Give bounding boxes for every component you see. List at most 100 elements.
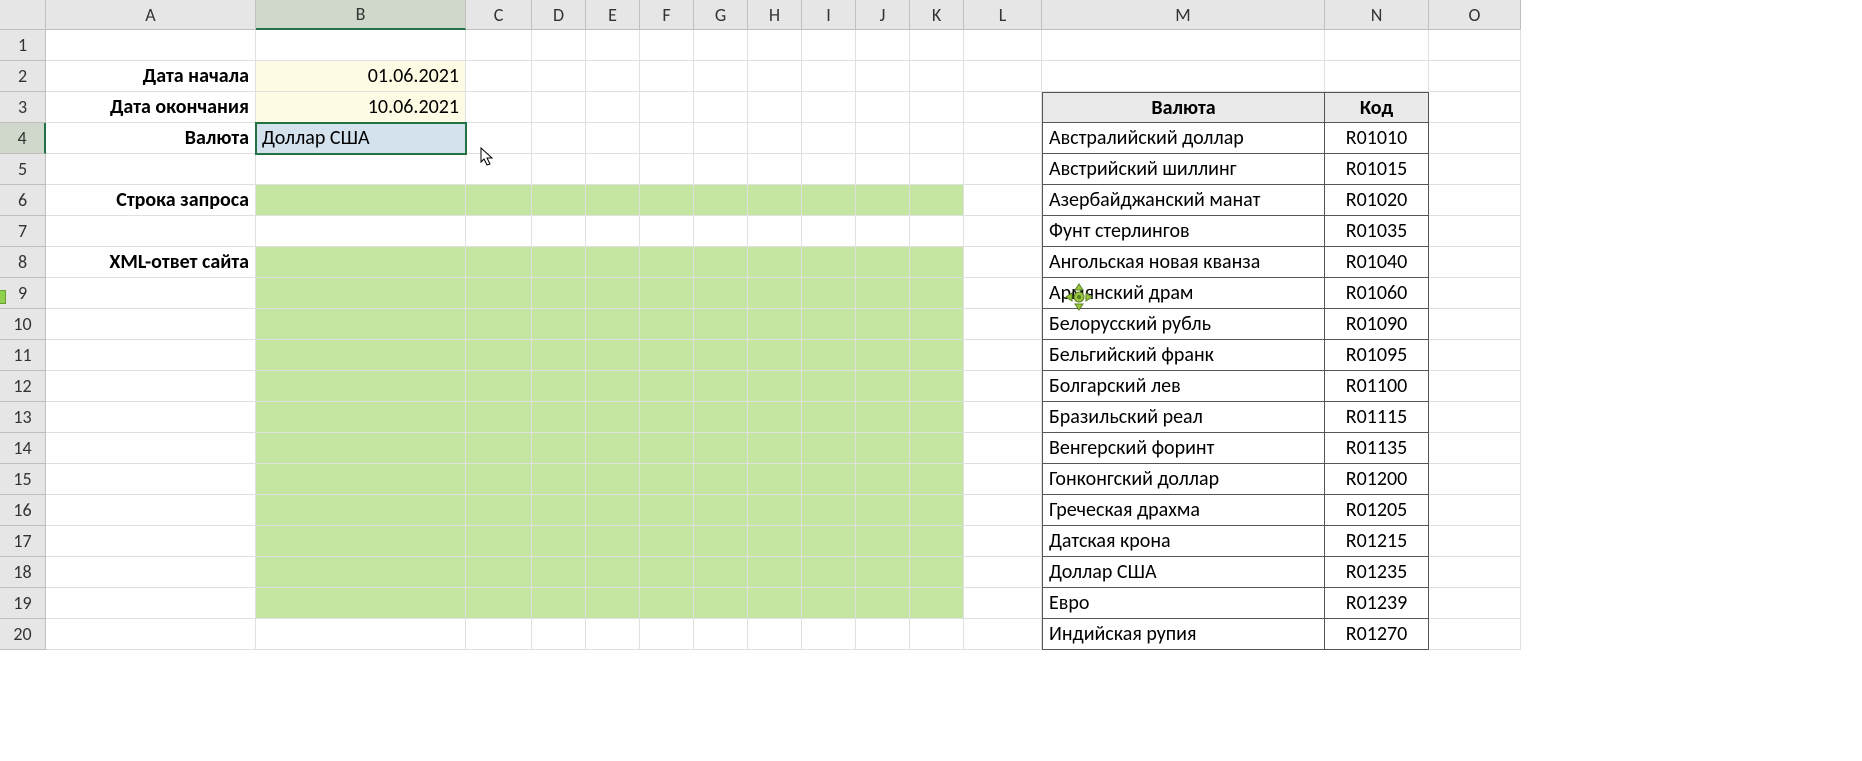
row-header-17[interactable]: 17 (0, 526, 46, 557)
cell-N5[interactable]: R01015 (1325, 154, 1429, 185)
cell-H7[interactable] (748, 216, 802, 247)
cell-A6[interactable]: Строка запроса (46, 185, 256, 216)
cell-J10[interactable] (856, 309, 910, 340)
cell-F5[interactable] (640, 154, 694, 185)
cell-H19[interactable] (748, 588, 802, 619)
cell-H2[interactable] (748, 61, 802, 92)
cell-O8[interactable] (1429, 247, 1521, 278)
cell-B16[interactable] (256, 495, 466, 526)
row-header-11[interactable]: 11 (0, 340, 46, 371)
cell-G12[interactable] (694, 371, 748, 402)
cell-D3[interactable] (532, 92, 586, 123)
cell-O17[interactable] (1429, 526, 1521, 557)
cell-O7[interactable] (1429, 216, 1521, 247)
cell-N14[interactable]: R01135 (1325, 433, 1429, 464)
cell-K16[interactable] (910, 495, 964, 526)
cell-F7[interactable] (640, 216, 694, 247)
cell-C20[interactable] (466, 619, 532, 650)
cell-I5[interactable] (802, 154, 856, 185)
cell-E20[interactable] (586, 619, 640, 650)
cell-O11[interactable] (1429, 340, 1521, 371)
cell-D4[interactable] (532, 123, 586, 154)
cell-N17[interactable]: R01215 (1325, 526, 1429, 557)
cell-L1[interactable] (964, 30, 1042, 61)
cell-N1[interactable] (1325, 30, 1429, 61)
cell-N8[interactable]: R01040 (1325, 247, 1429, 278)
cell-B15[interactable] (256, 464, 466, 495)
row-header-4[interactable]: 4 (0, 123, 46, 154)
cell-E1[interactable] (586, 30, 640, 61)
cell-K17[interactable] (910, 526, 964, 557)
cell-N18[interactable]: R01235 (1325, 557, 1429, 588)
cell-K14[interactable] (910, 433, 964, 464)
row-header-7[interactable]: 7 (0, 216, 46, 247)
cell-N20[interactable]: R01270 (1325, 619, 1429, 650)
cell-C3[interactable] (466, 92, 532, 123)
cell-E19[interactable] (586, 588, 640, 619)
cell-O1[interactable] (1429, 30, 1521, 61)
cell-I15[interactable] (802, 464, 856, 495)
cell-I10[interactable] (802, 309, 856, 340)
cell-O3[interactable] (1429, 92, 1521, 123)
cell-C7[interactable] (466, 216, 532, 247)
cell-B8[interactable] (256, 247, 466, 278)
cell-E6[interactable] (586, 185, 640, 216)
cell-F15[interactable] (640, 464, 694, 495)
cell-H6[interactable] (748, 185, 802, 216)
cell-G3[interactable] (694, 92, 748, 123)
cell-A16[interactable] (46, 495, 256, 526)
cell-O14[interactable] (1429, 433, 1521, 464)
cell-M7[interactable]: Фунт стерлингов (1042, 216, 1325, 247)
cell-G1[interactable] (694, 30, 748, 61)
cell-B6[interactable] (256, 185, 466, 216)
cell-M14[interactable]: Венгерский форинт (1042, 433, 1325, 464)
cell-A14[interactable] (46, 433, 256, 464)
cell-E8[interactable] (586, 247, 640, 278)
row-header-6[interactable]: 6 (0, 185, 46, 216)
cell-K13[interactable] (910, 402, 964, 433)
cell-E9[interactable] (586, 278, 640, 309)
cell-M8[interactable]: Ангольская новая кванза (1042, 247, 1325, 278)
cell-C19[interactable] (466, 588, 532, 619)
cell-B17[interactable] (256, 526, 466, 557)
cell-F10[interactable] (640, 309, 694, 340)
cell-J17[interactable] (856, 526, 910, 557)
col-header-H[interactable]: H (748, 0, 802, 30)
row-header-3[interactable]: 3 (0, 92, 46, 123)
cell-L2[interactable] (964, 61, 1042, 92)
cell-E3[interactable] (586, 92, 640, 123)
col-header-I[interactable]: I (802, 0, 856, 30)
cell-K11[interactable] (910, 340, 964, 371)
cell-E12[interactable] (586, 371, 640, 402)
cell-M18[interactable]: Доллар США (1042, 557, 1325, 588)
cell-H13[interactable] (748, 402, 802, 433)
cell-J2[interactable] (856, 61, 910, 92)
cell-A17[interactable] (46, 526, 256, 557)
cell-N12[interactable]: R01100 (1325, 371, 1429, 402)
cell-M5[interactable]: Австрийский шиллинг (1042, 154, 1325, 185)
cell-N2[interactable] (1325, 61, 1429, 92)
cell-L5[interactable] (964, 154, 1042, 185)
cell-E18[interactable] (586, 557, 640, 588)
cell-C5[interactable] (466, 154, 532, 185)
cell-G8[interactable] (694, 247, 748, 278)
cell-A7[interactable] (46, 216, 256, 247)
cell-K8[interactable] (910, 247, 964, 278)
cell-I3[interactable] (802, 92, 856, 123)
cell-J15[interactable] (856, 464, 910, 495)
cell-H1[interactable] (748, 30, 802, 61)
cell-C18[interactable] (466, 557, 532, 588)
cell-F17[interactable] (640, 526, 694, 557)
cell-A10[interactable] (46, 309, 256, 340)
cell-L6[interactable] (964, 185, 1042, 216)
cell-I4[interactable] (802, 123, 856, 154)
cell-E16[interactable] (586, 495, 640, 526)
cell-B4[interactable]: Доллар США (256, 123, 466, 154)
cell-K2[interactable] (910, 61, 964, 92)
cell-B10[interactable] (256, 309, 466, 340)
cell-K20[interactable] (910, 619, 964, 650)
col-header-J[interactable]: J (856, 0, 910, 30)
cell-L4[interactable] (964, 123, 1042, 154)
col-header-O[interactable]: O (1429, 0, 1521, 30)
cell-J8[interactable] (856, 247, 910, 278)
